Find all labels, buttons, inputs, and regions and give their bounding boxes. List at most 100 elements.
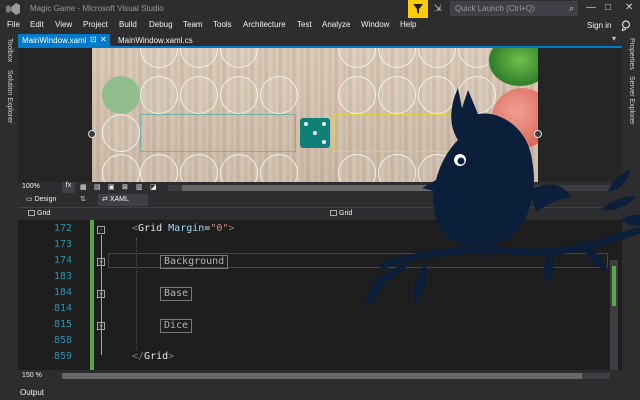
sign-in-link[interactable]: Sign in xyxy=(587,21,611,30)
line-number: 815 xyxy=(53,319,72,330)
fx-button[interactable]: fx xyxy=(62,182,75,193)
breadcrumb-right-label: Grid xyxy=(339,210,353,217)
grid-element-icon xyxy=(330,210,337,216)
leaf-decoration xyxy=(484,48,538,90)
grid-icon[interactable]: ▦ xyxy=(80,183,87,191)
line-number: 858 xyxy=(53,335,72,346)
menu-architecture[interactable]: Architecture xyxy=(243,20,286,29)
editor-horizontal-scrollbar[interactable] xyxy=(62,373,610,379)
design-view-tab[interactable]: ▭ Design xyxy=(26,195,56,203)
editor-vertical-scrollbar[interactable] xyxy=(610,260,618,370)
properties-tab[interactable]: Properties xyxy=(628,38,635,70)
menu-analyze[interactable]: Analyze xyxy=(322,20,350,29)
designer-zoom[interactable]: 100% xyxy=(22,183,40,190)
designer-toolbar: 100% fx ▦ ▤ ▣ ⊠ ▥ ◪ xyxy=(18,182,622,194)
tab-label: MainWindow.xaml xyxy=(22,36,87,45)
left-tool-strip: Toolbox Solution Explorer xyxy=(0,34,18,384)
vs-logo-icon xyxy=(6,3,20,15)
feedback-icon[interactable] xyxy=(620,20,632,31)
board-hole xyxy=(260,76,298,114)
scrollbar-thumb[interactable] xyxy=(182,185,432,191)
server-explorer-tab[interactable]: Server Explorer xyxy=(628,76,635,125)
output-tab[interactable]: Output xyxy=(20,388,44,397)
toolbox-tab[interactable]: Toolbox xyxy=(6,38,13,62)
editor-zoom-bar: 150 % xyxy=(18,370,622,382)
editor-zoom-level[interactable]: 150 % xyxy=(22,372,42,379)
solution-explorer-tab[interactable]: Solution Explorer xyxy=(6,70,13,123)
collapsed-region-base[interactable]: Base xyxy=(160,287,193,301)
xaml-code-editor[interactable]: 172 173 174 183 184 814 815 858 859 - + … xyxy=(18,220,622,370)
fold-toggle[interactable]: + xyxy=(97,258,105,266)
resize-handle[interactable] xyxy=(88,130,96,138)
right-tool-strip: Properties Server Explorer xyxy=(622,34,640,384)
orange-decoration xyxy=(490,152,524,182)
quick-launch-placeholder: Quick Launch (Ctrl+Q) xyxy=(455,4,535,13)
board-hole xyxy=(338,76,376,114)
menu-project[interactable]: Project xyxy=(83,20,108,29)
chevron-down-icon[interactable]: ▾ xyxy=(612,34,616,43)
board-hole xyxy=(140,76,178,114)
menu-tools[interactable]: Tools xyxy=(213,20,232,29)
board-hole-start xyxy=(102,76,140,114)
menu-file[interactable]: File xyxy=(7,20,20,29)
scrollbar-thumb[interactable] xyxy=(62,373,582,379)
board-hole xyxy=(378,76,416,114)
effects-icon[interactable]: ◪ xyxy=(150,183,157,191)
line-number: 172 xyxy=(53,223,72,234)
document-tab-bar: MainWindow.xaml ⊡ ✕ MainWindow.xaml.cs ▾ xyxy=(18,34,622,48)
dice-icon xyxy=(300,118,330,148)
selection-rect xyxy=(334,114,452,152)
breadcrumb-left[interactable]: Grid xyxy=(28,210,50,217)
menu-bar: File Edit View Project Build Debug Team … xyxy=(0,18,640,34)
xaml-label: XAML xyxy=(109,196,129,203)
tab-close-icon[interactable]: ✕ xyxy=(100,35,107,44)
snap-grid-icon[interactable]: ▤ xyxy=(94,183,101,191)
menu-test[interactable]: Test xyxy=(297,20,312,29)
menu-edit[interactable]: Edit xyxy=(30,20,44,29)
designer-scrollbar[interactable] xyxy=(168,185,616,191)
fold-toggle[interactable]: - xyxy=(97,226,105,234)
menu-team[interactable]: Team xyxy=(183,20,203,29)
xaml-view-tab[interactable]: ⇄ XAML xyxy=(98,194,148,206)
line-number: 173 xyxy=(53,239,72,250)
menu-window[interactable]: Window xyxy=(361,20,389,29)
menu-debug[interactable]: Debug xyxy=(149,20,173,29)
design-surface[interactable] xyxy=(18,48,622,182)
code-line-grid-close: </Grid> xyxy=(132,351,175,362)
device-icon[interactable]: ▥ xyxy=(136,183,143,191)
selection-rect xyxy=(140,114,296,152)
snap-lines-icon[interactable]: ⊠ xyxy=(122,183,128,191)
close-icon[interactable]: ✕ xyxy=(625,2,633,13)
menu-help[interactable]: Help xyxy=(400,20,416,29)
breadcrumb-left-label: Grid xyxy=(37,210,51,217)
breadcrumb-right[interactable]: Grid xyxy=(330,210,352,217)
swap-panes-icon[interactable]: ⇅ xyxy=(80,195,86,203)
code-line-grid-open: <Grid Margin="0"> xyxy=(132,223,235,234)
quick-launch-icon[interactable]: ⇲ xyxy=(434,3,442,14)
board-hole xyxy=(102,114,140,152)
tab-mainwindow-xaml-cs[interactable]: MainWindow.xaml.cs xyxy=(114,34,197,46)
line-number: 859 xyxy=(53,351,72,362)
menu-build[interactable]: Build xyxy=(119,20,137,29)
maximize-icon[interactable]: □ xyxy=(605,2,611,13)
pin-icon[interactable]: ⊡ xyxy=(90,35,97,44)
grid-element-icon xyxy=(28,210,35,216)
output-panel-bar: Output xyxy=(0,384,640,400)
board-hole xyxy=(180,76,218,114)
fold-toggle[interactable]: + xyxy=(97,322,105,330)
collapsed-region-dice[interactable]: Dice xyxy=(160,319,193,333)
artboard-icon[interactable]: ▣ xyxy=(108,183,115,191)
line-number: 174 xyxy=(53,255,72,266)
scroll-change-marker xyxy=(612,266,616,306)
filter-button[interactable] xyxy=(408,0,428,18)
line-number: 814 xyxy=(53,303,72,314)
search-icon: ⌕ xyxy=(568,3,574,13)
resize-handle[interactable] xyxy=(534,130,542,138)
collapsed-region-background[interactable]: Background xyxy=(160,255,229,269)
quick-launch-input[interactable]: Quick Launch (Ctrl+Q) ⌕ xyxy=(450,1,578,16)
minimize-icon[interactable]: — xyxy=(586,2,596,13)
menu-view[interactable]: View xyxy=(55,20,72,29)
board-hole xyxy=(418,76,456,114)
design-label: Design xyxy=(34,196,57,203)
fold-toggle[interactable]: + xyxy=(97,290,105,298)
